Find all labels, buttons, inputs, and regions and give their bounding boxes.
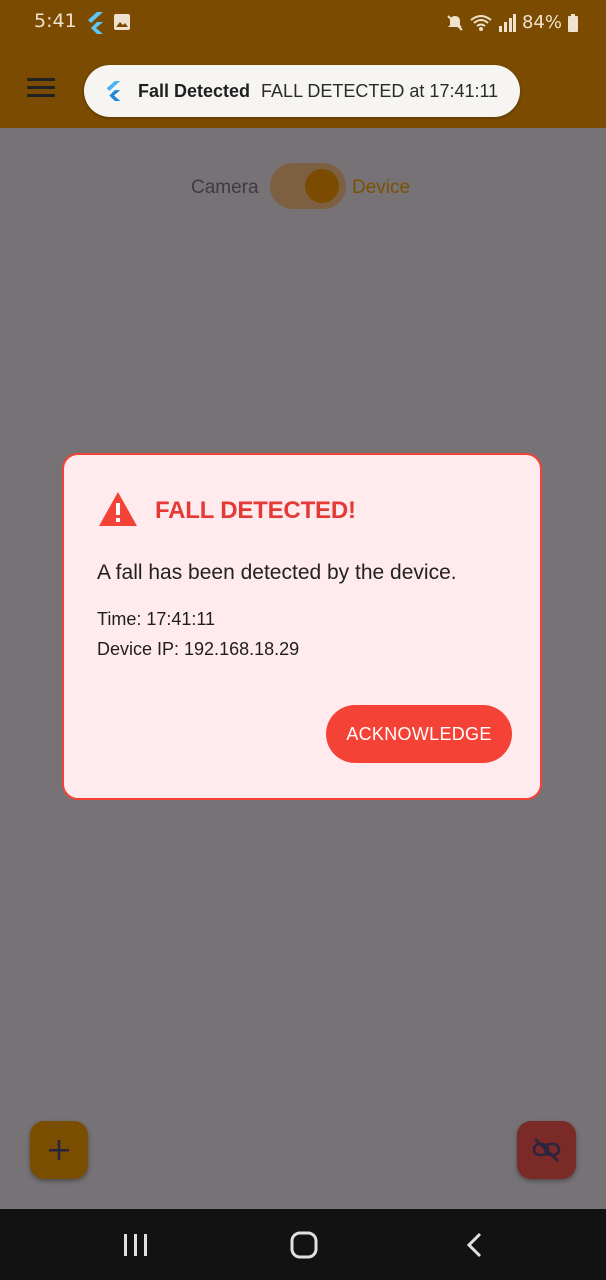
flutter-icon bbox=[88, 12, 103, 34]
signal-icon bbox=[498, 13, 516, 32]
dialog-message: A fall has been detected by the device. bbox=[97, 561, 457, 584]
notification-text: FALL DETECTED at 17:41:11 bbox=[261, 80, 499, 101]
unlink-icon bbox=[532, 1138, 561, 1162]
recents-button[interactable] bbox=[116, 1227, 156, 1263]
mode-toggle: Camera Device bbox=[0, 160, 606, 214]
home-icon bbox=[290, 1231, 318, 1259]
dialog-device-ip: Device IP: 192.168.18.29 bbox=[97, 639, 300, 659]
device-label: Device bbox=[352, 177, 411, 198]
gallery-icon bbox=[114, 14, 130, 30]
status-time: 5:41 bbox=[34, 10, 77, 32]
home-button[interactable] bbox=[284, 1227, 324, 1263]
recents-icon bbox=[124, 1234, 147, 1256]
notification-banner[interactable]: Fall Detected FALL DETECTED at 17:41:11 bbox=[84, 65, 520, 117]
mode-switch[interactable] bbox=[270, 163, 346, 209]
fall-dialog: FALL DETECTED! A fall has been detected … bbox=[62, 453, 542, 800]
battery-percent: 84% bbox=[521, 12, 562, 33]
battery-icon bbox=[568, 13, 578, 32]
notification-title: Fall Detected bbox=[138, 80, 251, 101]
back-button[interactable] bbox=[456, 1227, 496, 1263]
add-icon bbox=[49, 1140, 69, 1160]
app-bar: Fall Detected FALL DETECTED at 17:41:11 bbox=[0, 48, 606, 128]
camera-label: Camera bbox=[191, 177, 259, 198]
status-bar: 5:41 84% bbox=[0, 0, 606, 48]
unlink-button[interactable] bbox=[517, 1121, 576, 1179]
switch-knob bbox=[305, 169, 339, 203]
dialog-time: Time: 17:41:11 bbox=[97, 609, 216, 629]
menu-icon[interactable] bbox=[27, 78, 55, 98]
mute-icon bbox=[447, 14, 463, 31]
dialog-title: FALL DETECTED! bbox=[155, 497, 356, 524]
wifi-icon bbox=[470, 14, 492, 31]
warning-icon bbox=[99, 492, 137, 526]
back-icon bbox=[466, 1232, 482, 1258]
add-button[interactable] bbox=[30, 1121, 88, 1179]
system-nav-bar bbox=[0, 1209, 606, 1280]
status-right: 84% bbox=[446, 12, 578, 33]
acknowledge-button[interactable]: ACKNOWLEDGE bbox=[326, 705, 512, 763]
flutter-icon bbox=[106, 81, 121, 101]
